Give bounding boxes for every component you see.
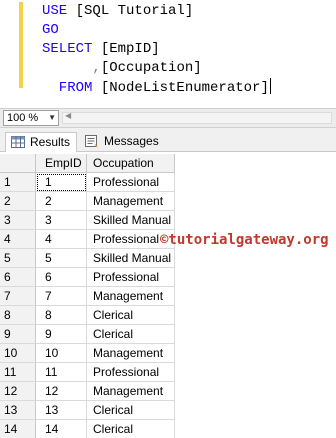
cell-empid[interactable]: 8 — [36, 306, 87, 325]
cell-empid[interactable]: 6 — [36, 268, 87, 287]
row-number[interactable]: 10 — [0, 344, 36, 363]
cell-empid[interactable]: 5 — [36, 249, 87, 268]
row-number[interactable]: 5 — [0, 249, 36, 268]
tab-messages-label: Messages — [104, 134, 159, 148]
cell-occupation[interactable]: Management — [87, 287, 175, 306]
code-token: SELECT — [42, 41, 101, 57]
cell-occupation[interactable]: Management — [87, 382, 175, 401]
table-row[interactable]: 10 10 Management — [0, 344, 175, 363]
code-line-3[interactable]: SELECT [EmpID] — [42, 40, 160, 59]
scroll-left-icon[interactable]: ◀ — [65, 111, 71, 120]
table-row[interactable]: 14 14 Clerical — [0, 420, 175, 438]
row-number[interactable]: 1 — [0, 173, 36, 192]
horizontal-scrollbar[interactable]: ◀ — [62, 111, 332, 124]
code-line-4[interactable]: ,[Occupation] — [42, 59, 202, 78]
cell-empid[interactable]: 9 — [36, 325, 87, 344]
row-number[interactable]: 14 — [0, 420, 36, 438]
code-token: FROM — [42, 80, 101, 96]
table-row[interactable]: 4 4 Professional — [0, 230, 175, 249]
row-number[interactable]: 7 — [0, 287, 36, 306]
code-token: [EmpID] — [100, 41, 160, 57]
table-row[interactable]: 13 13 Clerical — [0, 401, 175, 420]
cell-empid[interactable]: 4 — [36, 230, 87, 249]
cell-empid[interactable]: 11 — [36, 363, 87, 382]
cell-occupation[interactable]: Skilled Manual — [87, 249, 175, 268]
cell-occupation[interactable]: Management — [87, 192, 175, 211]
table-row[interactable]: 3 3 Skilled Manual — [0, 211, 175, 230]
results-grid[interactable]: EmpID Occupation 1 1 Professional 2 2 Managem… — [0, 152, 336, 438]
results-tab-strip: Results Messages — [0, 128, 336, 152]
watermark-text: ©tutorialgateway.org — [160, 232, 329, 248]
cell-empid[interactable]: 1 — [36, 173, 87, 192]
table-row[interactable]: 11 11 Professional — [0, 363, 175, 382]
editor-status-bar: 100 % ▼ ◀ — [0, 108, 336, 128]
cell-empid[interactable]: 12 — [36, 382, 87, 401]
zoom-value: 100 % — [7, 112, 39, 124]
cell-occupation[interactable]: Professional — [87, 268, 175, 287]
row-number[interactable]: 2 — [0, 192, 36, 211]
code-token: [NodeListEnumerator] — [100, 80, 269, 96]
row-number[interactable]: 4 — [0, 230, 36, 249]
table-row[interactable]: 5 5 Skilled Manual — [0, 249, 175, 268]
table-row[interactable]: 7 7 Management — [0, 287, 175, 306]
cell-empid[interactable]: 3 — [36, 211, 87, 230]
tab-results[interactable]: Results — [5, 132, 77, 152]
cell-occupation[interactable]: Clerical — [87, 401, 175, 420]
grid-corner[interactable] — [0, 154, 36, 173]
change-marker — [19, 2, 23, 88]
chevron-down-icon: ▼ — [48, 113, 56, 122]
code-line-2[interactable]: GO — [42, 21, 59, 40]
code-token: , — [92, 60, 101, 76]
row-number[interactable]: 9 — [0, 325, 36, 344]
cell-empid[interactable]: 7 — [36, 287, 87, 306]
code-line-1[interactable]: USE [SQL Tutorial] — [42, 2, 193, 21]
zoom-select[interactable]: 100 % ▼ — [3, 110, 59, 126]
tab-messages[interactable]: Messages — [80, 132, 160, 152]
cell-occupation[interactable]: Clerical — [87, 420, 175, 438]
table-row[interactable]: 9 9 Clerical — [0, 325, 175, 344]
grid-icon — [11, 136, 25, 148]
cell-occupation[interactable]: Clerical — [87, 306, 175, 325]
table-row[interactable]: 1 1 Professional — [0, 173, 175, 192]
query-editor[interactable]: USE [SQL Tutorial] GO SELECT [EmpID] ,[O… — [0, 0, 336, 108]
row-number[interactable]: 12 — [0, 382, 36, 401]
table-row[interactable]: 6 6 Professional — [0, 268, 175, 287]
column-header-empid[interactable]: EmpID — [36, 154, 87, 173]
table-row[interactable]: 8 8 Clerical — [0, 306, 175, 325]
grid-header-row: EmpID Occupation — [0, 154, 175, 173]
cell-occupation[interactable]: Clerical — [87, 325, 175, 344]
cell-empid[interactable]: 10 — [36, 344, 87, 363]
code-token: USE — [42, 3, 76, 19]
row-number[interactable]: 3 — [0, 211, 36, 230]
table-row[interactable]: 2 2 Management — [0, 192, 175, 211]
row-number[interactable]: 13 — [0, 401, 36, 420]
column-header-occupation[interactable]: Occupation — [87, 154, 175, 173]
cell-occupation[interactable]: Skilled Manual — [87, 211, 175, 230]
row-number[interactable]: 11 — [0, 363, 36, 382]
cell-occupation[interactable]: Professional — [87, 363, 175, 382]
text-caret — [269, 78, 271, 94]
code-token: GO — [42, 22, 59, 38]
row-number[interactable]: 8 — [0, 306, 36, 325]
cell-occupation[interactable]: Professional — [87, 173, 175, 192]
messages-icon — [85, 135, 98, 147]
tab-results-label: Results — [30, 135, 71, 149]
row-number[interactable]: 6 — [0, 268, 36, 287]
code-line-5[interactable]: FROM [NodeListEnumerator] — [42, 78, 271, 97]
cell-occupation[interactable]: Management — [87, 344, 175, 363]
code-token: [Occupation] — [100, 60, 202, 76]
cell-empid[interactable]: 2 — [36, 192, 87, 211]
code-token: [SQL Tutorial] — [75, 3, 194, 19]
cell-empid[interactable]: 14 — [36, 420, 87, 438]
table-row[interactable]: 12 12 Management — [0, 382, 175, 401]
cell-empid[interactable]: 13 — [36, 401, 87, 420]
